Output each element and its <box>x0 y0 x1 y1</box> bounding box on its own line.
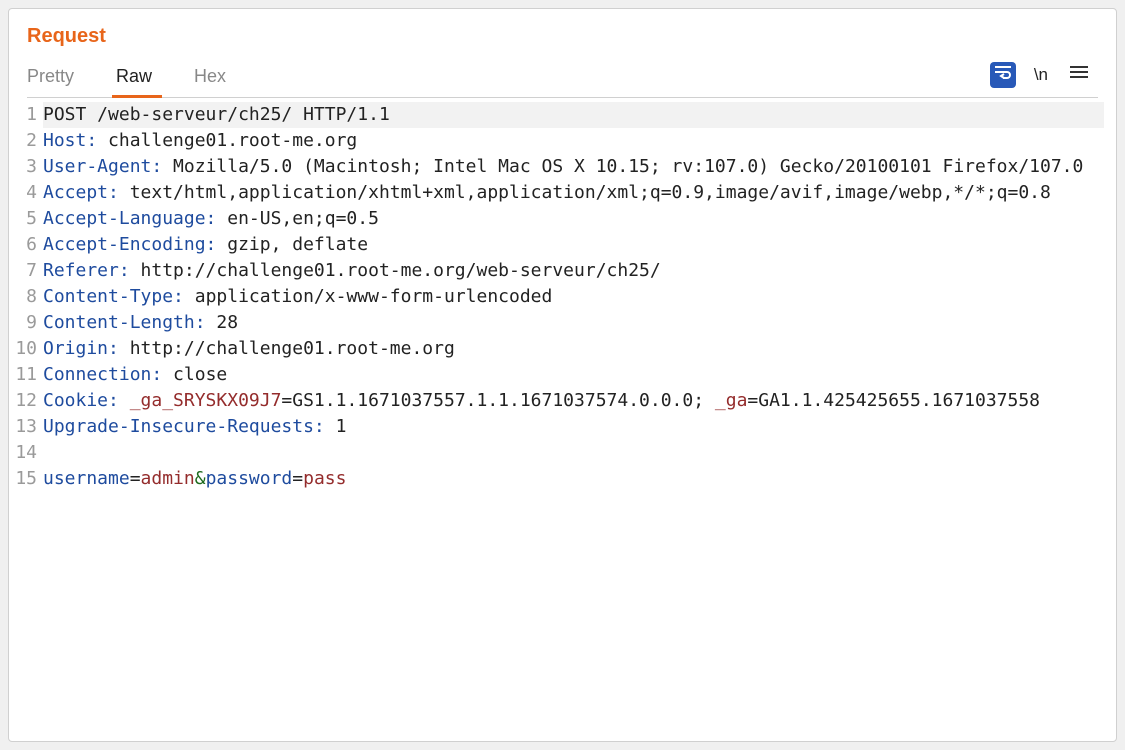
code-segment: 28 <box>206 312 239 333</box>
line-number: 1 <box>9 102 37 128</box>
code-segment: password <box>206 468 293 489</box>
code-segment: Connection: <box>43 364 162 385</box>
code-line[interactable]: Accept-Encoding: gzip, deflate <box>43 232 1104 258</box>
line-number: 6 <box>9 232 37 258</box>
request-panel: Request Pretty Raw Hex \n <box>8 8 1117 742</box>
code-segment: & <box>195 468 206 489</box>
code-segment: =GA1.1.425425655.1671037558 <box>747 390 1040 411</box>
line-number: 11 <box>9 362 37 388</box>
code-segment <box>119 390 130 411</box>
code-segment: text/html,application/xhtml+xml,applicat… <box>119 182 1051 203</box>
code-segment: gzip, deflate <box>216 234 368 255</box>
code-segment: application/x-www-form-urlencoded <box>184 286 552 307</box>
code-line[interactable]: POST /web-serveur/ch25/ HTTP/1.1 <box>43 102 1104 128</box>
panel-header: Request Pretty Raw Hex \n <box>9 9 1116 98</box>
code-segment: http://challenge01.root-me.org <box>119 338 455 359</box>
code-line[interactable]: Accept: text/html,application/xhtml+xml,… <box>43 180 1104 206</box>
code-segment: en-US,en;q=0.5 <box>216 208 379 229</box>
code-segment: admin <box>141 468 195 489</box>
line-number: 15 <box>9 466 37 492</box>
tab-row: Pretty Raw Hex \n <box>27 58 1098 98</box>
code-line[interactable]: Origin: http://challenge01.root-me.org <box>43 336 1104 362</box>
tab-raw[interactable]: Raw <box>116 58 176 97</box>
code-line[interactable]: User-Agent: Mozilla/5.0 (Macintosh; Inte… <box>43 154 1104 180</box>
code-line[interactable] <box>43 440 1104 466</box>
code-segment: pass <box>303 468 346 489</box>
code-segment: username <box>43 468 130 489</box>
line-number: 7 <box>9 258 37 284</box>
code-segment: Accept-Language: <box>43 208 216 229</box>
line-number: 10 <box>9 336 37 362</box>
request-content[interactable]: 123456789101112131415 POST /web-serveur/… <box>9 98 1116 741</box>
line-number: 9 <box>9 310 37 336</box>
line-number: 8 <box>9 284 37 310</box>
code-segment: _ga <box>715 390 748 411</box>
code-segment: Mozilla/5.0 (Macintosh; Intel Mac OS X 1… <box>162 156 1083 177</box>
code-segment: Upgrade-Insecure-Requests: <box>43 416 325 437</box>
code-line[interactable]: Content-Length: 28 <box>43 310 1104 336</box>
code-segment: Content-Length: <box>43 312 206 333</box>
code-segment: = <box>292 468 303 489</box>
wrap-icon <box>994 65 1012 84</box>
line-number: 5 <box>9 206 37 232</box>
code-line[interactable]: Referer: http://challenge01.root-me.org/… <box>43 258 1104 284</box>
wrap-toggle-button[interactable] <box>990 62 1016 88</box>
code-segment: Accept-Encoding: <box>43 234 216 255</box>
tab-pretty[interactable]: Pretty <box>27 58 98 97</box>
code-line[interactable]: username=admin&password=pass <box>43 466 1104 492</box>
code-line[interactable]: Connection: close <box>43 362 1104 388</box>
code-segment: POST /web-serveur/ch25/ HTTP/1.1 <box>43 104 390 125</box>
panel-title: Request <box>27 25 1098 48</box>
code-segment: Origin: <box>43 338 119 359</box>
code-segment: Host: <box>43 130 97 151</box>
code-segment: Referer: <box>43 260 130 281</box>
code-segment: 1 <box>325 416 347 437</box>
code-line[interactable]: Content-Type: application/x-www-form-url… <box>43 284 1104 310</box>
line-number: 13 <box>9 414 37 440</box>
tabs-container: Pretty Raw Hex <box>27 58 268 97</box>
code-segment: Content-Type: <box>43 286 184 307</box>
code-segment: =GS1.1.1671037557.1.1.1671037574.0.0.0; <box>281 390 714 411</box>
line-number: 12 <box>9 388 37 414</box>
code-segment: close <box>162 364 227 385</box>
newline-toggle-button[interactable]: \n <box>1034 65 1048 85</box>
code-line[interactable]: Accept-Language: en-US,en;q=0.5 <box>43 206 1104 232</box>
code-segment: Cookie: <box>43 390 119 411</box>
line-number: 2 <box>9 128 37 154</box>
code-line[interactable]: Host: challenge01.root-me.org <box>43 128 1104 154</box>
toolbar-right: \n <box>990 62 1098 94</box>
code-line[interactable]: Cookie: _ga_SRYSKX09J7=GS1.1.1671037557.… <box>43 388 1104 414</box>
code-segment: _ga_SRYSKX09J7 <box>130 390 282 411</box>
code-segment: challenge01.root-me.org <box>97 130 357 151</box>
code-segment: User-Agent: <box>43 156 162 177</box>
menu-button[interactable] <box>1066 62 1092 88</box>
line-number: 14 <box>9 440 37 466</box>
code-segment: = <box>130 468 141 489</box>
code-segment: Accept: <box>43 182 119 203</box>
request-raw-text[interactable]: POST /web-serveur/ch25/ HTTP/1.1 Host: ch… <box>43 102 1116 741</box>
line-number-gutter: 123456789101112131415 <box>9 102 43 741</box>
code-line[interactable]: Upgrade-Insecure-Requests: 1 <box>43 414 1104 440</box>
line-number: 3 <box>9 154 37 180</box>
code-segment: http://challenge01.root-me.org/web-serve… <box>130 260 661 281</box>
hamburger-icon <box>1070 65 1088 84</box>
tab-hex[interactable]: Hex <box>194 58 250 97</box>
line-number: 4 <box>9 180 37 206</box>
